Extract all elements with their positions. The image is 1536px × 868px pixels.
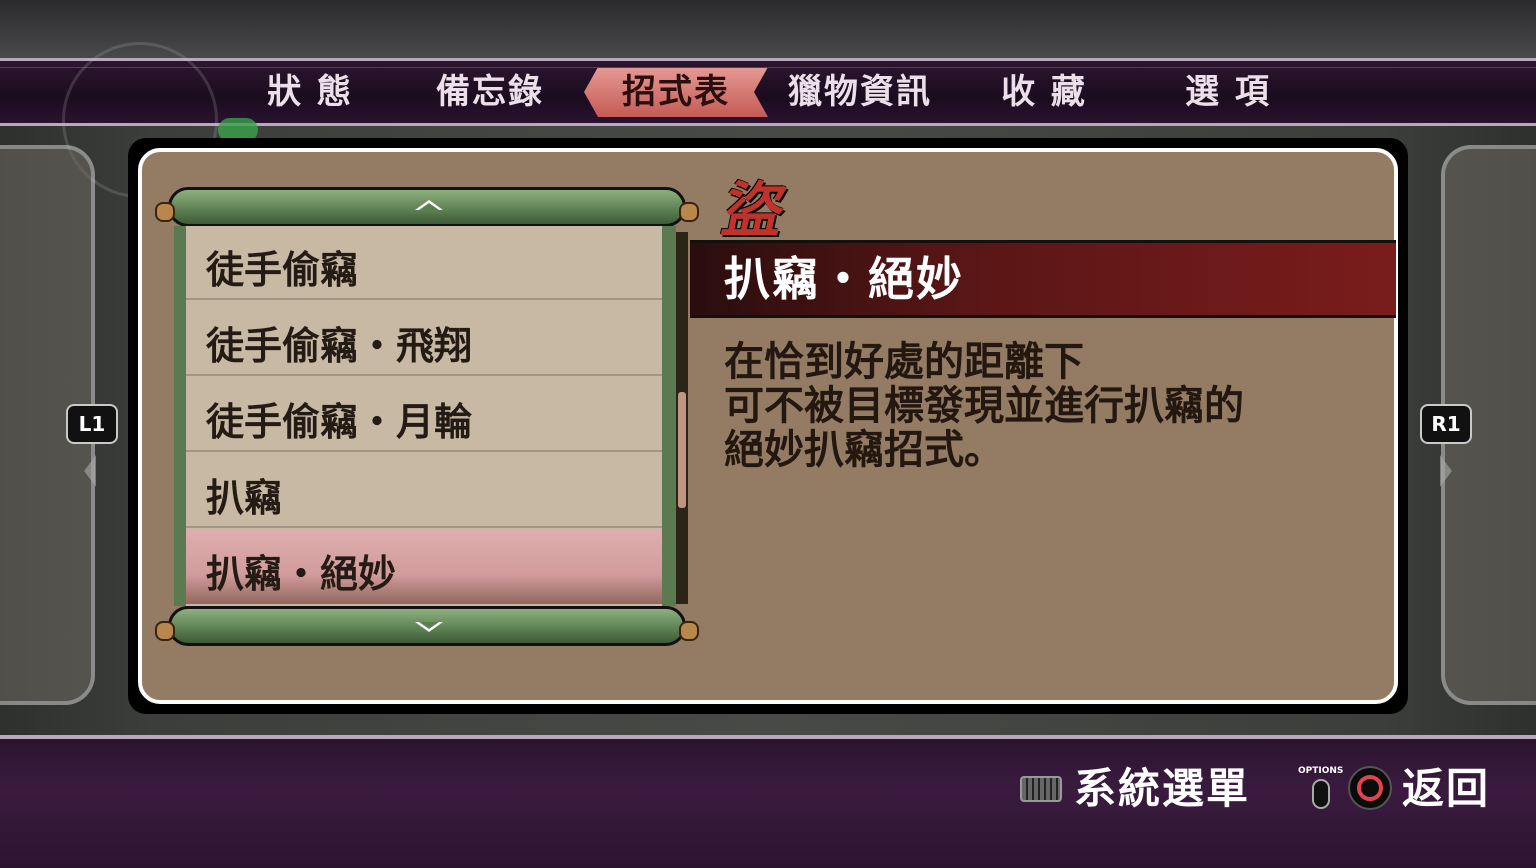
move-item-selected[interactable]: 扒竊・絕妙 [186,530,662,604]
arrow-left-icon [84,455,96,487]
system-menu-button[interactable]: 系統選單 [1074,762,1250,816]
scroll-up-rod[interactable] [155,187,699,227]
move-title: 扒竊・絕妙 [724,252,964,306]
tab-collection[interactable]: 收 藏 [964,67,1124,117]
background-top [0,0,1536,60]
options-label: OPTIONS [1298,766,1344,776]
description-line: 在恰到好處的距離下 [724,338,1084,385]
touchpad-icon [1020,776,1062,802]
theft-category-icon: 盜 [716,176,792,246]
footer-bar [0,735,1536,868]
options-button-icon [1312,779,1330,809]
tab-options[interactable]: 選 項 [1148,67,1308,117]
tab-status[interactable]: 狀 態 [230,67,390,117]
circle-button-icon [1348,766,1392,810]
l1-button-icon[interactable]: L1 [66,404,118,444]
back-button[interactable]: 返回 [1402,762,1490,816]
move-item[interactable]: 徒手偷竊・月輪 [186,378,662,452]
arrow-right-icon [1440,455,1452,487]
move-title-band: 扒竊・絕妙 [690,240,1396,318]
tab-prey-info[interactable]: 獵物資訊 [780,67,940,117]
move-item[interactable]: 扒竊 [186,454,662,528]
chevron-down-icon [415,622,443,632]
tab-memo[interactable]: 備忘錄 [410,67,570,117]
description-line: 絕妙扒竊招式。 [724,426,1004,473]
chevron-up-icon [415,200,443,210]
move-item[interactable]: 徒手偷竊 [186,226,662,300]
tab-moves[interactable]: 招式表 [584,67,768,117]
move-item[interactable]: 徒手偷竊・飛翔 [186,302,662,376]
list-scrollbar[interactable] [676,232,688,604]
menu-tab-bar: 狀 態 備忘錄 招式表 獵物資訊 收 藏 選 項 [0,58,1536,126]
move-description: 在恰到好處的距離下 可不被目標發現並進行扒竊的 絕妙扒竊招式。 [724,340,1374,472]
r1-button-icon[interactable]: R1 [1420,404,1472,444]
move-list: 徒手偷竊 徒手偷竊・飛翔 徒手偷竊・月輪 扒竊 扒竊・絕妙 [186,226,662,606]
scroll-down-rod[interactable] [155,606,699,646]
scrollbar-thumb[interactable] [678,392,686,508]
description-line: 可不被目標發現並進行扒竊的 [724,382,1244,429]
move-scroll: 徒手偷竊 徒手偷竊・飛翔 徒手偷竊・月輪 扒竊 扒竊・絕妙 [174,226,676,606]
